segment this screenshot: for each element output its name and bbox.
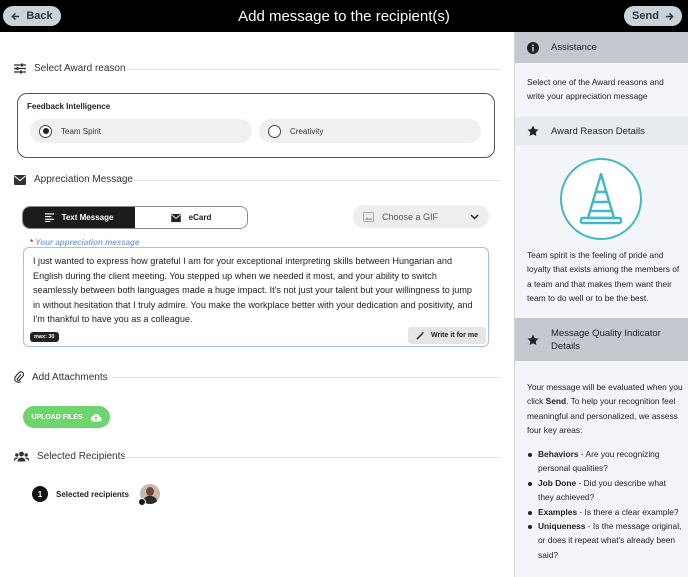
assistance-title: Assistance bbox=[551, 42, 597, 53]
image-icon bbox=[363, 211, 374, 222]
feedback-intelligence-box: Feedback Intelligence Team Spirit Creati… bbox=[17, 93, 495, 158]
award-option-label: Creativity bbox=[290, 126, 324, 136]
gif-select[interactable]: Choose a GIF bbox=[353, 205, 489, 228]
message-type-tabs: Text Message eCard bbox=[22, 206, 248, 229]
chevron-down-icon bbox=[470, 213, 479, 220]
tab-label: eCard bbox=[188, 213, 212, 222]
selected-recipients-label: Selected recipients bbox=[56, 489, 129, 499]
list-item: Job Done - Did you describe what they ac… bbox=[527, 476, 683, 505]
max-length-badge: max: 30 bbox=[30, 332, 59, 342]
list-item: Behaviors - Are you recognizing personal… bbox=[527, 447, 683, 476]
award-details-header: Award Reason Details bbox=[515, 117, 688, 145]
back-button[interactable]: Back bbox=[3, 6, 61, 26]
recipients-header: Selected Recipients bbox=[14, 451, 125, 462]
envelope-icon bbox=[14, 174, 26, 185]
award-reason-title: Select Award reason bbox=[34, 63, 126, 74]
list-item: Uniqueness - Is the message original, or… bbox=[527, 519, 683, 562]
message-text[interactable]: I just wanted to express how grateful I … bbox=[33, 254, 481, 327]
traffic-cone-icon bbox=[560, 158, 642, 240]
users-icon bbox=[14, 451, 29, 462]
assistance-text: Select one of the Award reasons and writ… bbox=[527, 77, 664, 102]
arrow-right-icon bbox=[665, 12, 674, 20]
attachments-header: Add Attachments bbox=[14, 371, 108, 383]
send-button-label: Send bbox=[632, 10, 659, 22]
tab-label: Text Message bbox=[61, 213, 114, 222]
quality-title: Message Quality Indicator Details bbox=[551, 327, 661, 352]
recipient-count-badge: 1 bbox=[32, 486, 48, 502]
avatar-status-badge bbox=[138, 498, 146, 506]
page-title: Add message to the recipient(s) bbox=[238, 7, 450, 25]
award-details-title: Award Reason Details bbox=[551, 125, 645, 137]
attachments-title: Add Attachments bbox=[32, 371, 108, 383]
arrow-left-icon bbox=[11, 12, 20, 20]
appreciation-title: Appreciation Message bbox=[34, 174, 133, 185]
list-item: Examples - Is there a clear example? bbox=[527, 505, 683, 519]
message-field-label: * Your appreciation message bbox=[30, 238, 140, 247]
cloud-upload-icon bbox=[90, 413, 102, 421]
star-icon bbox=[527, 334, 539, 345]
divider bbox=[133, 180, 500, 181]
main-panel: Select Award reason Feedback Intelligenc… bbox=[0, 32, 514, 577]
gif-select-value: Choose a GIF bbox=[382, 211, 439, 222]
award-details-text: Team spirit is the feeling of pride and … bbox=[527, 250, 680, 304]
award-option-label: Team Spirit bbox=[61, 126, 102, 136]
feedback-intelligence-label: Feedback Intelligence bbox=[27, 102, 111, 111]
quality-intro: Your message will be evaluated when you … bbox=[527, 382, 683, 436]
award-option-creativity[interactable]: Creativity bbox=[259, 119, 481, 143]
top-bar: Back Add message to the recipient(s) Sen… bbox=[0, 0, 688, 32]
divider bbox=[112, 377, 500, 378]
tab-ecard[interactable]: eCard bbox=[135, 207, 247, 228]
recipients-title: Selected Recipients bbox=[37, 451, 126, 462]
write-button-label: Write it for me bbox=[431, 332, 478, 339]
paperclip-icon bbox=[14, 371, 24, 383]
info-icon bbox=[527, 41, 539, 54]
assistance-sidebar: Assistance Select one of the Award reaso… bbox=[514, 32, 688, 577]
award-option-team-spirit[interactable]: Team Spirit bbox=[30, 119, 252, 143]
upload-button-label: UPLOAD FILES bbox=[31, 413, 83, 421]
envelope-icon bbox=[170, 213, 181, 222]
sliders-icon bbox=[14, 63, 26, 74]
message-textarea[interactable]: I just wanted to express how grateful I … bbox=[23, 247, 489, 347]
write-it-for-me-button[interactable]: Write it for me bbox=[408, 327, 486, 344]
award-reason-header: Select Award reason bbox=[14, 63, 126, 74]
tab-text-message[interactable]: Text Message bbox=[23, 207, 135, 228]
upload-files-button[interactable]: UPLOAD FILES bbox=[23, 406, 110, 428]
selected-recipients-row[interactable]: 1 Selected recipients bbox=[32, 486, 129, 502]
divider bbox=[126, 69, 500, 70]
back-button-label: Back bbox=[26, 10, 53, 22]
text-align-icon bbox=[44, 213, 54, 222]
magic-wand-icon bbox=[416, 331, 425, 340]
quality-criteria-list: Behaviors - Are you recognizing personal… bbox=[527, 447, 683, 562]
quality-header: Message Quality Indicator Details bbox=[515, 318, 688, 361]
star-icon bbox=[527, 125, 539, 136]
divider bbox=[120, 457, 500, 458]
radio-selected[interactable] bbox=[39, 124, 52, 138]
radio-unselected[interactable] bbox=[268, 124, 281, 138]
assistance-header: Assistance bbox=[515, 32, 688, 63]
appreciation-header: Appreciation Message bbox=[14, 174, 133, 185]
send-button[interactable]: Send bbox=[624, 6, 682, 26]
